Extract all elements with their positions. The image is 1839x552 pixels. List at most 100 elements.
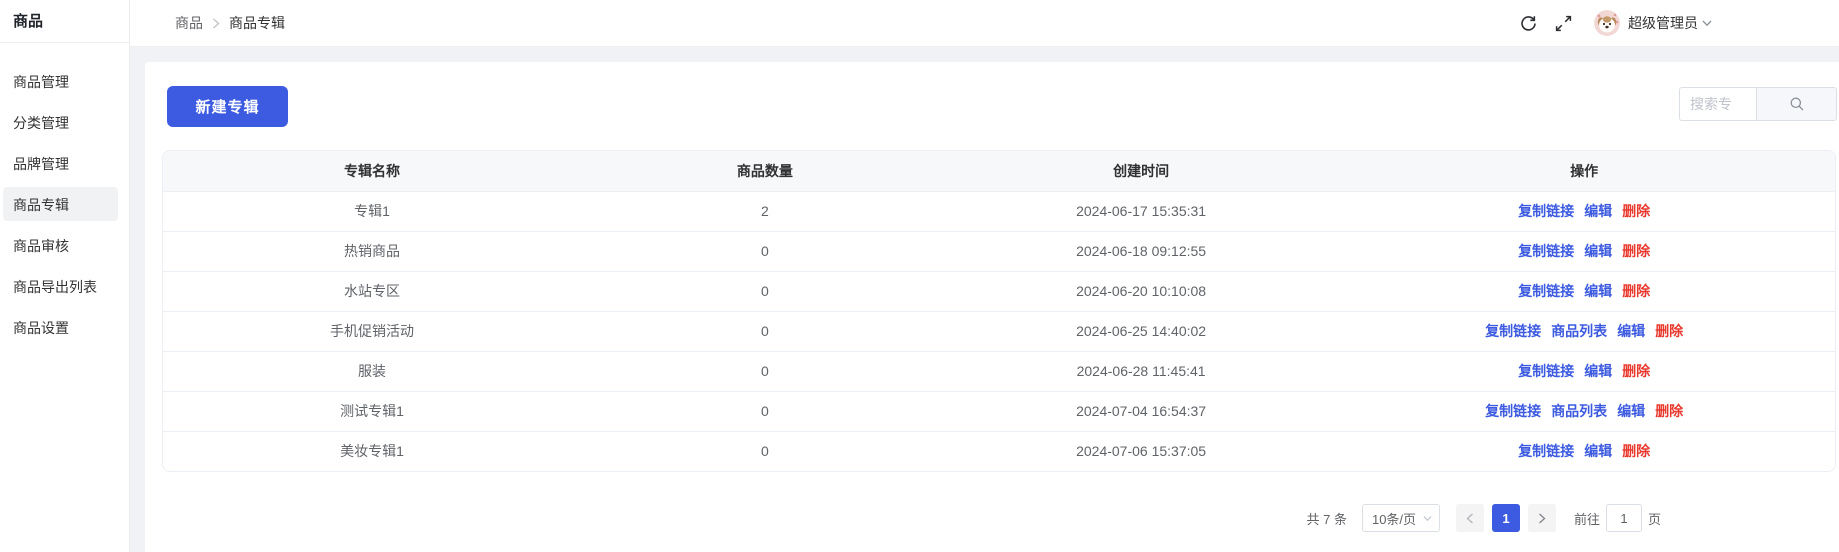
- table-row: 测试专辑1 0 2024-07-04 16:54:37 复制链接商品列表编辑删除: [163, 391, 1835, 431]
- sidebar-item-goods-export-list[interactable]: 商品导出列表: [0, 266, 129, 307]
- product-count-cell: 0: [581, 431, 949, 471]
- copy-link-action[interactable]: 复制链接: [1485, 403, 1541, 419]
- table-header-row: 专辑名称 商品数量 创建时间 操作: [163, 151, 1835, 191]
- delete-action[interactable]: 删除: [1622, 363, 1650, 379]
- fullscreen-icon[interactable]: [1554, 14, 1572, 32]
- breadcrumb-current: 商品专辑: [229, 13, 285, 33]
- topbar-actions: 超级管理员: [1519, 10, 1839, 36]
- product-list-action[interactable]: 商品列表: [1551, 403, 1607, 419]
- copy-link-action[interactable]: 复制链接: [1518, 283, 1574, 299]
- product-count-cell: 0: [581, 391, 949, 431]
- sidebar-menu: 商品管理 分类管理 品牌管理 商品专辑 商品审核 商品导出列表 商品设置: [0, 43, 129, 348]
- actions-cell: 复制链接编辑删除: [1333, 191, 1835, 231]
- user-menu[interactable]: 超级管理员: [1628, 13, 1712, 33]
- album-name-cell: 水站专区: [163, 271, 581, 311]
- page-unit-label: 页: [1648, 509, 1661, 528]
- sidebar-item-category-management[interactable]: 分类管理: [0, 102, 129, 143]
- album-name-cell: 美妆专辑1: [163, 431, 581, 471]
- actions-cell: 复制链接商品列表编辑删除: [1333, 391, 1835, 431]
- sidebar-item-goods-albums[interactable]: 商品专辑: [0, 184, 129, 225]
- prev-page-button[interactable]: [1456, 504, 1484, 532]
- table-row: 手机促销活动 0 2024-06-25 14:40:02 复制链接商品列表编辑删…: [163, 311, 1835, 351]
- table-row: 专辑1 2 2024-06-17 15:35:31 复制链接编辑删除: [163, 191, 1835, 231]
- album-name-cell: 手机促销活动: [163, 311, 581, 351]
- copy-link-action[interactable]: 复制链接: [1485, 323, 1541, 339]
- page-size-select[interactable]: 10条/页: [1362, 504, 1440, 532]
- total-count-label: 共 7 条: [1307, 509, 1347, 528]
- sidebar-item-goods-review[interactable]: 商品审核: [0, 225, 129, 266]
- chevron-left-icon: [1466, 513, 1474, 524]
- column-header-created-time: 创建时间: [949, 151, 1334, 191]
- chevron-right-icon: [1538, 513, 1546, 524]
- goto-page-input[interactable]: [1606, 504, 1642, 532]
- search-button[interactable]: [1756, 87, 1837, 121]
- album-name-cell: 专辑1: [163, 191, 581, 231]
- album-name-cell: 测试专辑1: [163, 391, 581, 431]
- page-size-value: 10条/页: [1372, 509, 1416, 528]
- delete-action[interactable]: 删除: [1622, 203, 1650, 219]
- delete-action[interactable]: 删除: [1622, 283, 1650, 299]
- column-header-album-name: 专辑名称: [163, 151, 581, 191]
- top-bar: 商品 商品专辑: [130, 0, 1839, 47]
- column-header-product-count: 商品数量: [581, 151, 949, 191]
- product-count-cell: 0: [581, 271, 949, 311]
- created-time-cell: 2024-06-18 09:12:55: [949, 231, 1334, 271]
- edit-action[interactable]: 编辑: [1617, 403, 1645, 419]
- edit-action[interactable]: 编辑: [1584, 283, 1612, 299]
- table-row: 热销商品 0 2024-06-18 09:12:55 复制链接编辑删除: [163, 231, 1835, 271]
- edit-action[interactable]: 编辑: [1584, 443, 1612, 459]
- delete-action[interactable]: 删除: [1622, 243, 1650, 259]
- sidebar-item-brand-management[interactable]: 品牌管理: [0, 143, 129, 184]
- product-count-cell: 0: [581, 351, 949, 391]
- delete-action[interactable]: 删除: [1655, 403, 1683, 419]
- content-panel: 新建专辑 专辑名称 商品数量 创建时间 操作 专辑1: [145, 62, 1839, 552]
- next-page-button[interactable]: [1528, 504, 1556, 532]
- created-time-cell: 2024-06-17 15:35:31: [949, 191, 1334, 231]
- sidebar-item-goods-management[interactable]: 商品管理: [0, 61, 129, 102]
- sidebar-item-goods-settings[interactable]: 商品设置: [0, 307, 129, 348]
- album-name-cell: 服装: [163, 351, 581, 391]
- created-time-cell: 2024-07-06 15:37:05: [949, 431, 1334, 471]
- copy-link-action[interactable]: 复制链接: [1518, 203, 1574, 219]
- create-album-button[interactable]: 新建专辑: [167, 86, 288, 127]
- delete-action[interactable]: 删除: [1655, 323, 1683, 339]
- product-count-cell: 0: [581, 231, 949, 271]
- delete-action[interactable]: 删除: [1622, 443, 1650, 459]
- product-count-cell: 2: [581, 191, 949, 231]
- page-number-active[interactable]: 1: [1492, 504, 1520, 532]
- albums-table: 专辑名称 商品数量 创建时间 操作 专辑1 2 2024-06-17 15:35…: [162, 150, 1836, 472]
- chevron-right-icon: [212, 18, 220, 29]
- edit-action[interactable]: 编辑: [1584, 243, 1612, 259]
- search-input[interactable]: [1679, 87, 1756, 121]
- refresh-icon[interactable]: [1519, 14, 1537, 32]
- user-name-label: 超级管理员: [1628, 13, 1698, 33]
- edit-action[interactable]: 编辑: [1617, 323, 1645, 339]
- album-name-cell: 热销商品: [163, 231, 581, 271]
- breadcrumb: 商品 商品专辑: [130, 13, 285, 33]
- sidebar-title: 商品: [0, 0, 129, 43]
- edit-action[interactable]: 编辑: [1584, 203, 1612, 219]
- album-search: [1679, 87, 1837, 121]
- product-list-action[interactable]: 商品列表: [1551, 323, 1607, 339]
- product-count-cell: 0: [581, 311, 949, 351]
- edit-action[interactable]: 编辑: [1584, 363, 1612, 379]
- copy-link-action[interactable]: 复制链接: [1518, 243, 1574, 259]
- created-time-cell: 2024-06-25 14:40:02: [949, 311, 1334, 351]
- actions-cell: 复制链接商品列表编辑删除: [1333, 311, 1835, 351]
- search-icon: [1789, 96, 1805, 112]
- created-time-cell: 2024-06-28 11:45:41: [949, 351, 1334, 391]
- copy-link-action[interactable]: 复制链接: [1518, 443, 1574, 459]
- column-header-actions: 操作: [1333, 151, 1835, 191]
- breadcrumb-root[interactable]: 商品: [175, 13, 203, 33]
- table-row: 美妆专辑1 0 2024-07-06 15:37:05 复制链接编辑删除: [163, 431, 1835, 471]
- copy-link-action[interactable]: 复制链接: [1518, 363, 1574, 379]
- chevron-down-icon: [1702, 19, 1712, 27]
- pagination: 共 7 条 10条/页 1 前往 页: [1307, 504, 1662, 532]
- actions-cell: 复制链接编辑删除: [1333, 231, 1835, 271]
- created-time-cell: 2024-07-04 16:54:37: [949, 391, 1334, 431]
- chevron-down-icon: [1423, 515, 1432, 522]
- table-row: 水站专区 0 2024-06-20 10:10:08 复制链接编辑删除: [163, 271, 1835, 311]
- actions-cell: 复制链接编辑删除: [1333, 351, 1835, 391]
- created-time-cell: 2024-06-20 10:10:08: [949, 271, 1334, 311]
- user-avatar[interactable]: [1594, 10, 1620, 36]
